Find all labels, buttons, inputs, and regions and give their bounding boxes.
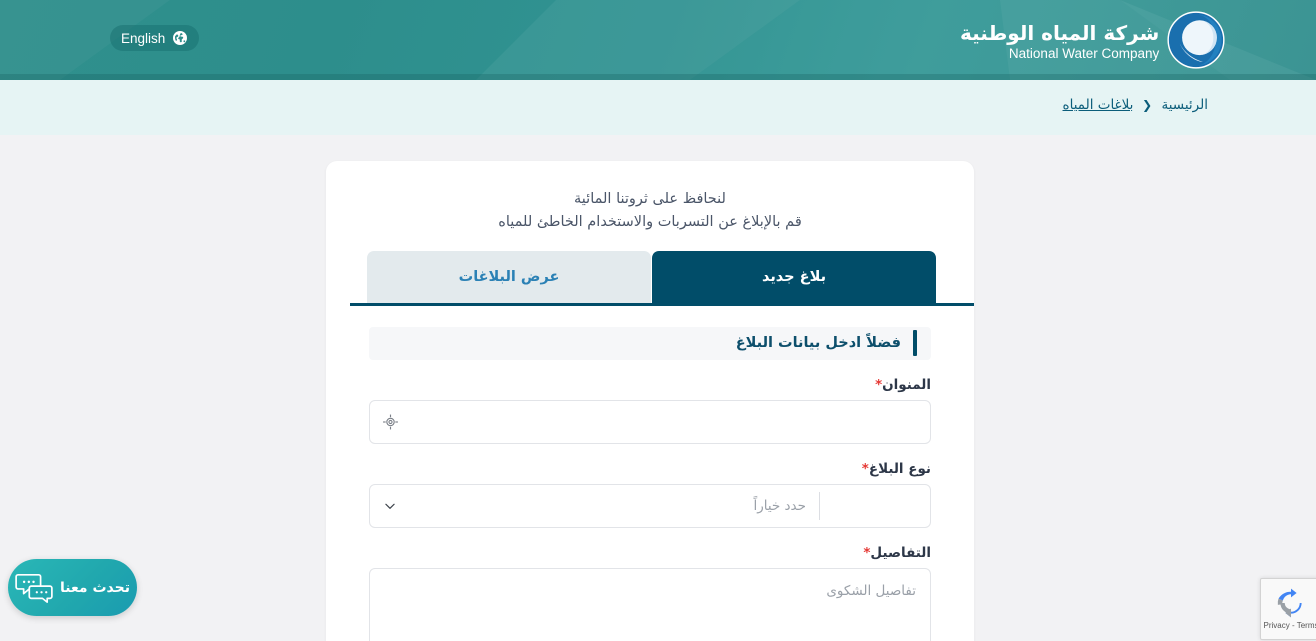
field-report-type: نوع البلاغ* حدد خياراً [369,461,931,528]
field-address: المنوان* [369,377,931,444]
brand-name-english: National Water Company [1008,45,1160,61]
breadcrumb-bar: الرئيسية ❯ بلاغات المياه [0,80,1316,135]
tab-bar: بلاغ جديد عرض البلاغات [326,250,974,306]
breadcrumb-home-link[interactable]: الرئيسية [1162,97,1209,113]
recaptcha-badge[interactable]: Privacy - Terms [1260,578,1316,640]
brand-text: شركة المياه الوطنية National Water Compa… [960,18,1159,62]
report-type-select[interactable]: حدد خياراً [369,483,931,528]
report-form: المنوان* نوع البلاغ* حدد خياراً التفاصيل… [326,377,974,641]
tab-underline [350,302,974,306]
field-address-label-text: المنوان [882,376,931,393]
section-accent-bar [913,330,917,357]
language-switch-button[interactable]: English [110,25,200,51]
language-switch-label: English [121,30,166,46]
address-input-wrap [369,399,931,444]
chevron-down-icon[interactable] [383,499,397,513]
field-report-type-label: نوع البلاغ* [369,461,931,477]
brand-logo-block: شركة المياه الوطنية National Water Compa… [960,11,1225,69]
tab-new-report[interactable]: بلاغ جديد [652,250,936,303]
report-card: لنحافظ على ثروتنا المائية قم بالإبلاغ عن… [326,161,974,641]
my-location-icon[interactable] [382,413,399,430]
field-details-label: التفاصيل* [369,545,931,561]
recaptcha-logo-icon [1277,588,1302,618]
chat-widget-label: تحدث معنا [60,579,130,596]
globe-icon [173,31,188,45]
page-title-line1: لنحافظ على ثروتنا المائية [574,191,726,207]
details-textarea-wrap [369,567,931,641]
nwc-circle-logo-icon [1167,11,1225,69]
tab-view-reports[interactable]: عرض البلاغات [367,250,651,303]
select-divider [819,491,820,520]
form-section-header: فضلاً ادخل بيانات البلاغ [369,326,931,360]
chevron-left-icon: ❯ [1142,98,1153,112]
brand-name-arabic: شركة المياه الوطنية [960,21,1160,46]
form-section-header-label: فضلاً ادخل بيانات البلاغ [735,335,901,352]
field-address-label: المنوان* [369,377,931,393]
chat-widget-button[interactable]: تحدث معنا [8,559,137,616]
details-textarea[interactable] [370,568,930,641]
report-type-select-value: حدد خياراً [753,497,806,514]
address-input[interactable] [370,400,930,443]
chat-bubbles-icon [15,573,53,603]
page-title: لنحافظ على ثروتنا المائية قم بالإبلاغ عن… [326,161,974,235]
recaptcha-links-label[interactable]: Privacy - Terms [1264,621,1316,630]
field-report-type-label-text: نوع البلاغ [868,460,931,477]
required-marker: * [861,460,869,477]
field-details-label-text: التفاصيل [870,544,931,561]
page-title-line2: قم بالإبلاغ عن التسربات والاستخدام الخاط… [498,214,802,231]
site-header: English شركة المياه الوطنية National Wat… [0,0,1316,80]
breadcrumb: الرئيسية ❯ بلاغات المياه [1063,97,1208,113]
field-details: التفاصيل* [369,545,931,641]
breadcrumb-current-link[interactable]: بلاغات المياه [1063,97,1134,113]
